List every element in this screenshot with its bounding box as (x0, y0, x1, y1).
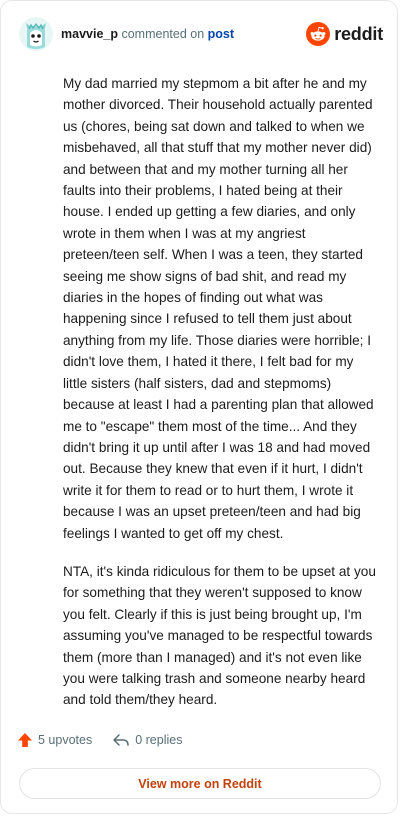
reply-arrow-icon (113, 734, 129, 746)
comment-header: mavvie_p commented on post reddit (19, 15, 383, 53)
comment-byline: mavvie_p commented on post (61, 27, 234, 41)
comment-embed-card: mavvie_p commented on post reddit My dad… (0, 0, 398, 814)
reddit-wordmark: reddit (334, 23, 383, 44)
upvote-count: 5 upvotes (38, 733, 93, 747)
view-more-button[interactable]: View more on Reddit (19, 768, 381, 799)
author-username[interactable]: mavvie_p (61, 27, 118, 41)
upvote-button[interactable]: 5 upvotes (17, 732, 92, 748)
commented-on-text: commented on (121, 27, 205, 41)
avatar-image (19, 17, 53, 51)
comment-body: My dad married my stepmom a bit after he… (63, 73, 379, 728)
comment-actions: 5 upvotes 0 replies (17, 732, 182, 748)
reddit-brand[interactable]: reddit (306, 22, 383, 46)
post-link[interactable]: post (208, 27, 234, 41)
comment-paragraph: My dad married my stepmom a bit after he… (63, 76, 374, 541)
avatar[interactable] (19, 17, 53, 51)
reddit-logo-icon (306, 22, 331, 46)
upvote-arrow-icon (18, 733, 32, 747)
reply-count: 0 replies (135, 733, 183, 747)
reply-button[interactable]: 0 replies (112, 732, 182, 748)
comment-paragraph: NTA, it's kinda ridiculous for them to b… (63, 563, 376, 708)
